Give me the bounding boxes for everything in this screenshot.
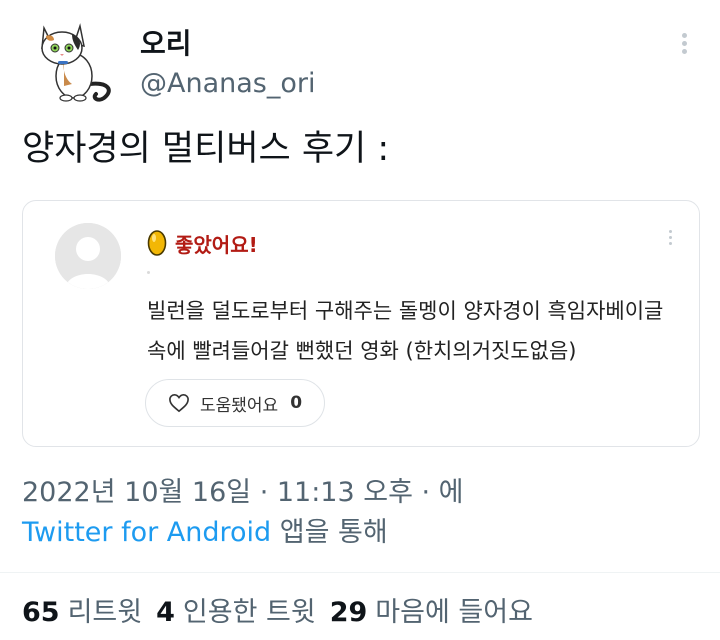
more-vertical-icon[interactable] — [674, 30, 694, 56]
quotes-label: 인용한 트윗 — [182, 597, 316, 628]
source-suffix: 앱을 통해 — [271, 517, 388, 548]
card-more-icon[interactable] — [665, 227, 675, 249]
quotes-count: 4 — [156, 597, 175, 628]
tweet-timestamp[interactable]: 2022년 10월 16일 · 11:13 오후 · 에 — [22, 470, 464, 509]
retweets-label: 리트윗 — [67, 597, 143, 628]
avatar[interactable] — [28, 14, 118, 104]
heart-outline-icon — [169, 393, 189, 413]
reviewer-avatar — [55, 223, 121, 289]
tweet-text: 양자경의 멀티버스 후기 : — [22, 129, 390, 169]
default-user-icon — [55, 223, 121, 289]
helpful-count: 0 — [290, 393, 303, 413]
review-card[interactable]: 좋았어요! 빌런을 덜도로부터 구해주는 돌멩이 양자경이 흑임자베이글 속에 … — [22, 200, 700, 447]
helpful-button[interactable]: 도움됐어요 0 — [145, 379, 326, 427]
review-text: 빌런을 덜도로부터 구해주는 돌멩이 양자경이 흑임자베이글 속에 빨려들어갈 … — [147, 299, 664, 363]
tweet-source: Twitter for Android 앱을 통해 — [22, 510, 388, 549]
separator-dot — [147, 271, 150, 274]
user-handle[interactable]: @Ananas_ori — [140, 68, 315, 99]
quotes-stat[interactable]: 4 인용한 트윗 — [156, 590, 316, 629]
tweet-stats: 65 리트윗 4 인용한 트윗 29 마음에 들어요 — [22, 590, 533, 629]
review-rating-label: 좋았어요! — [175, 233, 258, 257]
likes-count: 29 — [329, 597, 368, 628]
divider — [0, 572, 720, 573]
likes-label: 마음에 들어요 — [375, 597, 533, 628]
retweets-count: 65 — [22, 597, 60, 628]
retweets-stat[interactable]: 65 리트윗 — [22, 590, 142, 629]
helpful-label: 도움됐어요 — [200, 395, 279, 416]
golden-egg-icon — [147, 229, 167, 257]
source-app-link[interactable]: Twitter for Android — [22, 517, 271, 548]
cat-avatar-icon — [41, 23, 111, 102]
display-name[interactable]: 오리 — [140, 22, 192, 62]
likes-stat[interactable]: 29 마음에 들어요 — [330, 590, 533, 629]
